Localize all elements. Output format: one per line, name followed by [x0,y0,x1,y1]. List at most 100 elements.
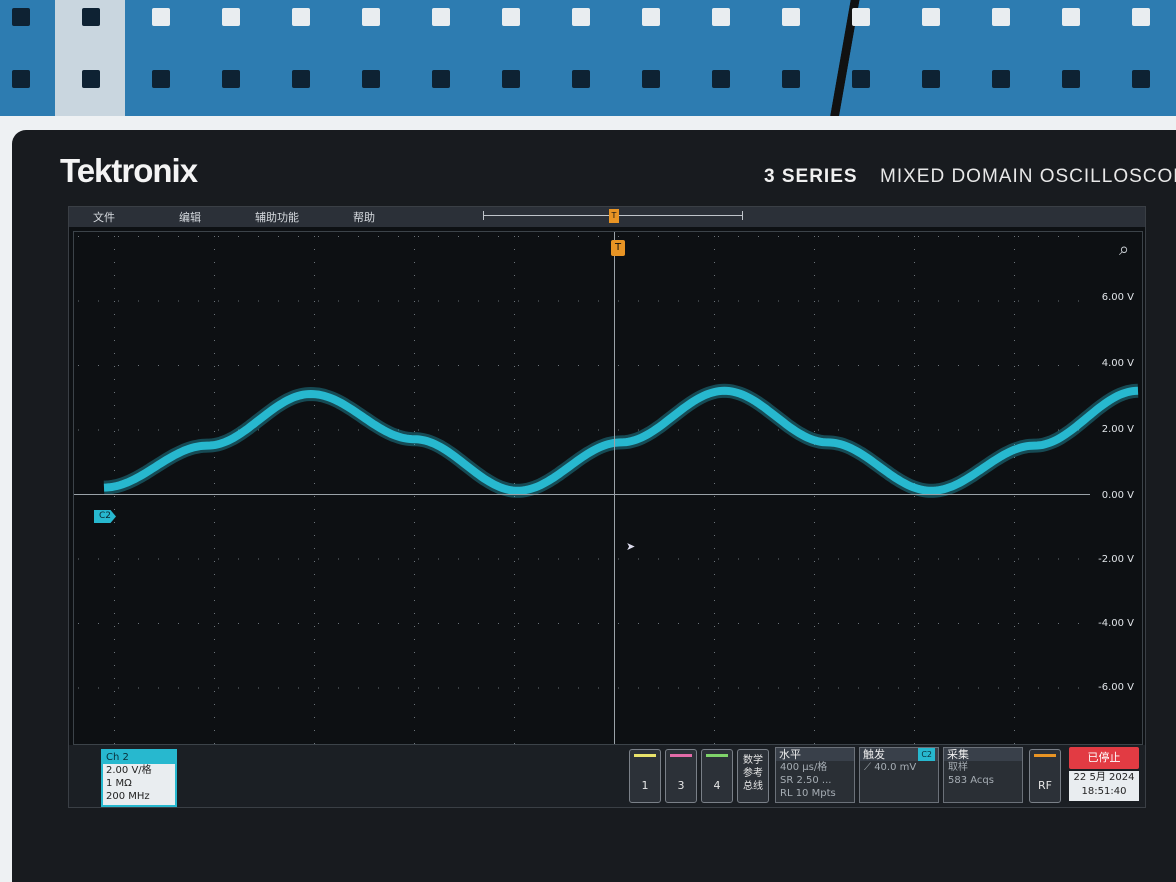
grid-dot [714,717,715,718]
grid-dot [314,470,315,471]
menu-help[interactable]: 帮助 [353,209,375,225]
channel-4-button[interactable]: 4 [701,749,733,803]
grid-dot [114,392,115,393]
grid-dot [1014,249,1015,250]
grid-dot [314,314,315,315]
grid-dot [814,574,815,575]
waveform-graticule[interactable]: T ⌕ C2 6.00 V 4.00 V 2.00 V 0.00 V -2.00… [73,231,1143,745]
grid-dot [514,301,515,302]
math-ref-bus-button[interactable]: 数学 参考 总线 [737,749,769,803]
grid-dot [218,623,219,624]
acquisition-title: 采集 [944,748,1022,761]
grid-dot [438,623,439,624]
grid-dot [714,314,715,315]
grid-dot [114,444,115,445]
grid-dot [114,379,115,380]
menu-file[interactable]: 文件 [93,209,115,225]
grid-dot [578,236,579,237]
grid-dot [318,623,319,624]
grid-dot [278,558,279,560]
grid-dot [798,623,799,624]
grid-dot [118,623,119,624]
trigger-level: ⟋ 40.0 mV [864,762,917,773]
grid-dot [714,704,715,705]
rising-edge-icon: ⟋ [864,762,871,773]
menu-utility[interactable]: 辅助功能 [255,209,299,225]
menu-edit[interactable]: 编辑 [179,209,201,225]
trigger-panel[interactable]: 触发 C2 ⟋ 40.0 mV [859,747,939,803]
channel-3-button[interactable]: 3 [665,749,697,803]
grid-dot [414,379,415,380]
trigger-position-marker[interactable]: T [611,240,625,256]
grid-dot [814,717,815,718]
channel-impedance: 1 MΩ [106,778,132,789]
grid-dot [238,623,239,624]
grid-dot [914,600,915,601]
run-stop-status[interactable]: 已停止 [1069,747,1139,769]
grid-dot [714,288,715,289]
grid-dot [1014,626,1015,627]
grid-dot [414,561,415,562]
grid-dot [1014,418,1015,419]
grid-dot [138,687,139,689]
grid-dot [938,300,939,302]
grid-dot [718,429,719,431]
grid-dot [714,457,715,458]
grid-dot [114,470,115,471]
rf-button[interactable]: RF [1029,749,1061,803]
grid-dot [78,623,79,624]
grid-dot [714,665,715,666]
grid-dot [314,431,315,432]
grid-dot [438,365,439,366]
grid-dot [414,691,415,692]
channel-1-button[interactable]: 1 [629,749,661,803]
grid-dot [578,365,579,366]
grid-dot [338,365,339,366]
grid-dot [414,522,415,523]
grid-dot [114,743,115,744]
grid-dot [514,470,515,471]
grid-dot [618,365,619,366]
grid-dot [914,691,915,692]
grid-dot [514,366,515,367]
grid-dot [78,687,79,689]
zoom-icon[interactable]: ⌕ [1112,238,1136,262]
horizontal-scale: 400 μs/格 [780,762,828,773]
grid-dot [714,431,715,432]
grid-dot [1018,687,1019,689]
grid-dot [914,314,915,315]
grid-dot [498,365,499,366]
grid-dot [114,288,115,289]
grid-dot [478,558,479,560]
grid-dot [638,365,639,366]
grid-dot [814,392,815,393]
grid-dot [438,429,439,431]
trigger-source-badge: C2 [918,748,935,761]
grid-dot [698,365,699,366]
acquisition-panel[interactable]: 采集 取样 583 Acqs [943,747,1023,803]
horizontal-center-line [74,494,1090,495]
grid-dot [1014,483,1015,484]
grid-dot [518,236,519,237]
pegboard-hole [152,70,170,88]
grid-dot [998,300,999,302]
grid-dot [858,558,859,560]
grid-dot [1038,623,1039,624]
grid-dot [1038,558,1039,560]
grid-dot [178,300,179,302]
grid-dot [414,548,415,549]
horizontal-panel[interactable]: 水平 400 μs/格 SR 2.50 ... RL 10 Mpts [775,747,855,803]
probe-cable [759,0,860,120]
grid-dot [638,558,639,560]
grid-dot [214,613,215,614]
grid-dot [858,623,859,624]
grid-dot [138,300,139,302]
grid-dot [878,236,879,237]
grid-dot [918,558,919,560]
grid-dot [814,353,815,354]
grid-dot [758,623,759,624]
channel-2-badge[interactable]: Ch 2 2.00 V/格 1 MΩ 200 MHz [101,749,177,807]
grid-dot [314,704,315,705]
grid-dot [978,365,979,366]
grid-dot [558,687,559,689]
